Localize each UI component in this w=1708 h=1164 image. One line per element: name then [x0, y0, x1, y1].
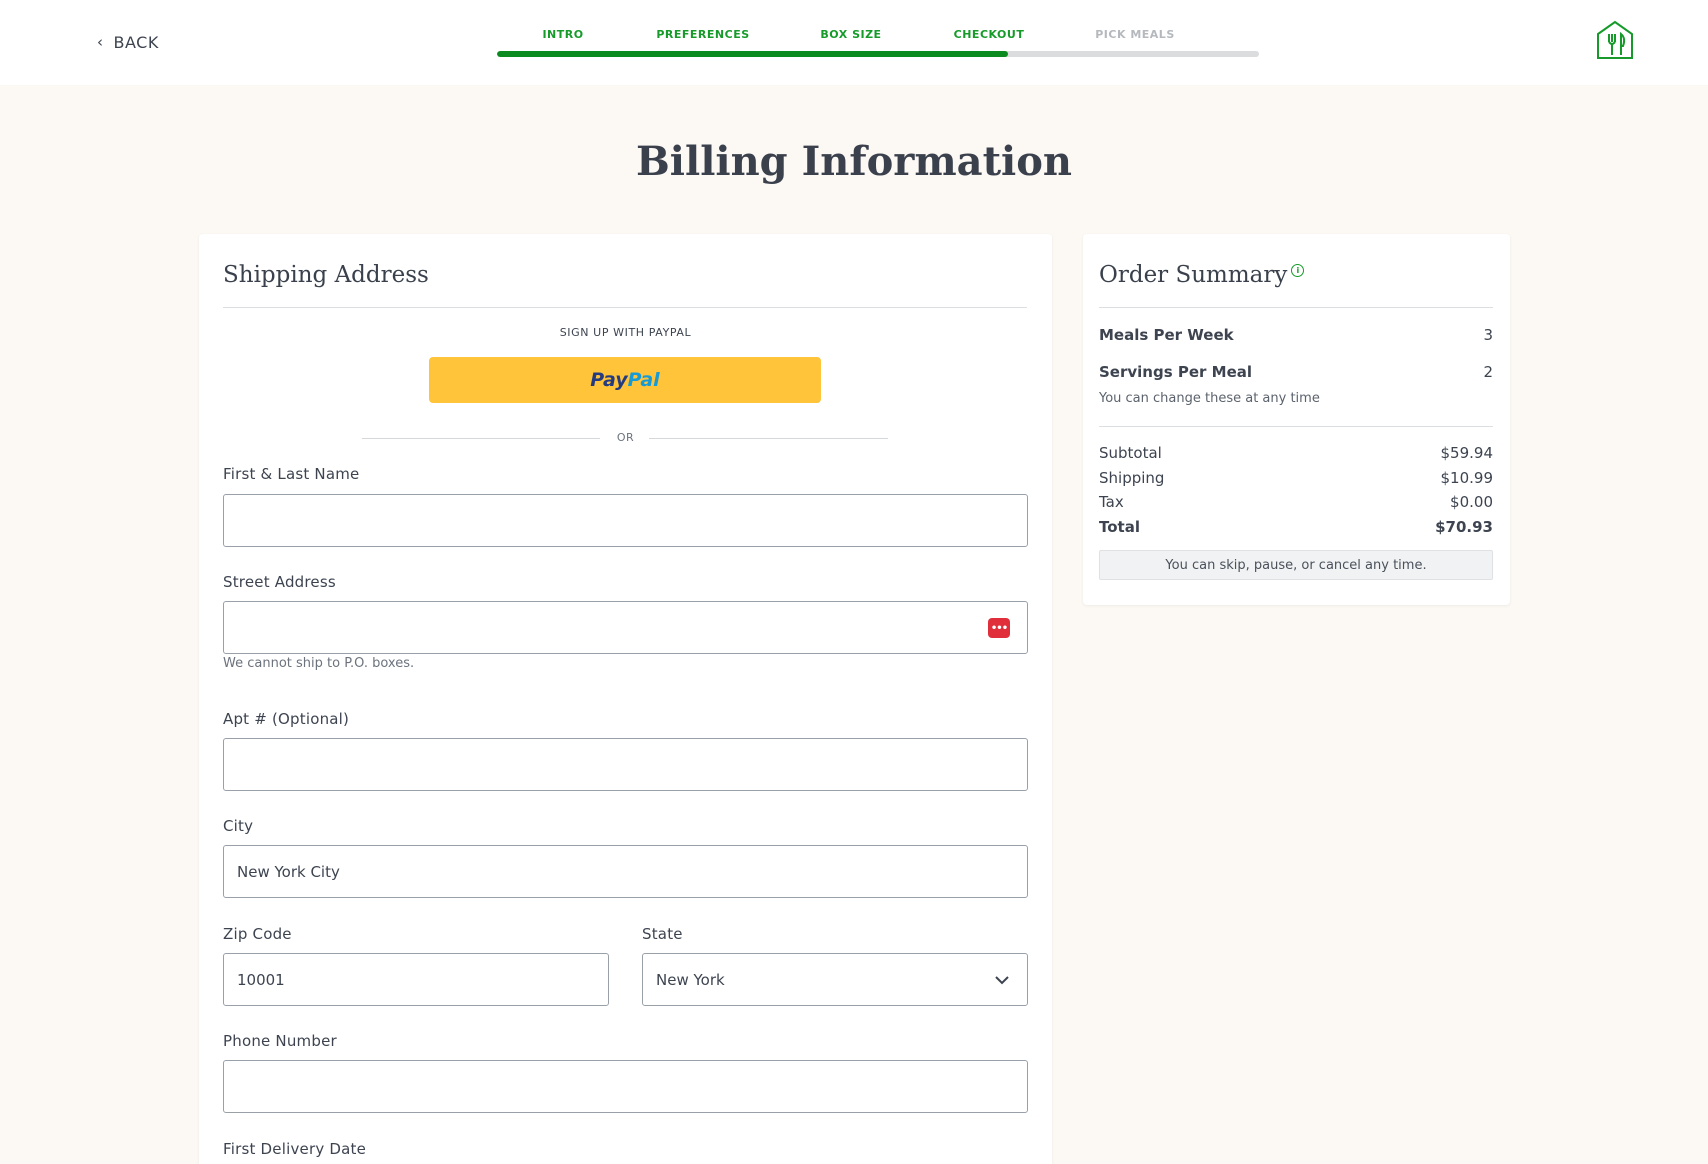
home-chef-logo-icon[interactable]	[1596, 20, 1634, 60]
tax-row: Tax $0.00	[1099, 493, 1493, 511]
shipping-address-title: Shipping Address	[223, 262, 429, 288]
change-note: You can change these at any time	[1099, 391, 1320, 406]
phone-number-input[interactable]	[223, 1060, 1028, 1113]
back-label: BACK	[113, 33, 159, 52]
total-label: Total	[1099, 518, 1140, 536]
zip-code-label: Zip Code	[223, 925, 292, 943]
street-address-input[interactable]	[223, 601, 1028, 654]
paypal-logo-pay: Pay	[590, 369, 628, 391]
servings-per-meal-value: 2	[1483, 363, 1493, 381]
back-button[interactable]: ‹ BACK	[97, 33, 159, 52]
chevron-left-icon: ‹	[97, 33, 104, 51]
phone-number-label: Phone Number	[223, 1032, 337, 1050]
servings-per-meal-row: Servings Per Meal 2	[1099, 363, 1493, 381]
subtotal-value: $59.94	[1440, 444, 1494, 462]
subtotal-label: Subtotal	[1099, 444, 1162, 462]
divider	[1099, 307, 1493, 308]
order-summary-card: Order Summary i Meals Per Week 3 Servings…	[1083, 234, 1510, 605]
step-preferences[interactable]: PREFERENCES	[656, 28, 749, 41]
zip-code-input[interactable]	[223, 953, 609, 1006]
paypal-logo-pal: Pal	[627, 369, 660, 391]
order-summary-title: Order Summary i	[1099, 262, 1305, 288]
subtotal-row: Subtotal $59.94	[1099, 444, 1493, 462]
meals-per-week-label: Meals Per Week	[1099, 326, 1234, 344]
total-value: $70.93	[1435, 518, 1493, 536]
page-title: Billing Information	[636, 138, 1072, 185]
name-label: First & Last Name	[223, 465, 360, 483]
progress-bar-fill	[497, 51, 1008, 57]
shipping-address-card: Shipping Address SIGN UP WITH PAYPAL Pay…	[199, 234, 1052, 1164]
first-delivery-date-label: First Delivery Date	[223, 1140, 367, 1158]
paypal-caption: SIGN UP WITH PAYPAL	[559, 326, 692, 339]
or-text: OR	[616, 431, 635, 444]
step-intro[interactable]: INTRO	[542, 28, 583, 41]
order-summary-title-text: Order Summary	[1099, 262, 1288, 288]
total-row: Total $70.93	[1099, 518, 1493, 536]
meals-per-week-row: Meals Per Week 3	[1099, 326, 1493, 344]
step-box-size[interactable]: BOX SIZE	[820, 28, 881, 41]
city-label: City	[223, 817, 254, 835]
cancel-anytime-note: You can skip, pause, or cancel any time.	[1099, 550, 1493, 580]
info-icon[interactable]: i	[1291, 264, 1305, 277]
shipping-value: $10.99	[1440, 469, 1494, 487]
top-bar: ‹ BACK INTRO PREFERENCES BOX SIZE CHECKO…	[0, 0, 1708, 85]
city-input[interactable]	[223, 845, 1028, 898]
divider	[223, 307, 1027, 308]
password-manager-icon[interactable]: •••	[988, 618, 1010, 638]
state-select-value: New York	[656, 970, 725, 989]
chevron-down-icon	[995, 976, 1009, 985]
meals-per-week-value: 3	[1483, 326, 1493, 344]
street-address-label: Street Address	[223, 573, 336, 591]
step-checkout[interactable]: CHECKOUT	[954, 28, 1025, 41]
shipping-label: Shipping	[1099, 469, 1165, 487]
or-divider-right	[649, 438, 888, 439]
divider	[1099, 426, 1493, 427]
paypal-button[interactable]: Pay Pal	[429, 357, 821, 403]
progress-bar	[497, 51, 1259, 57]
tax-label: Tax	[1099, 493, 1124, 511]
street-address-hint: We cannot ship to P.O. boxes.	[223, 656, 415, 671]
shipping-row: Shipping $10.99	[1099, 469, 1493, 487]
state-label: State	[642, 925, 683, 943]
servings-per-meal-label: Servings Per Meal	[1099, 363, 1253, 381]
apt-input[interactable]	[223, 738, 1028, 791]
state-select[interactable]: New York	[642, 953, 1028, 1006]
step-pick-meals[interactable]: PICK MEALS	[1095, 28, 1175, 41]
apt-label: Apt # (Optional)	[223, 710, 350, 728]
name-input[interactable]	[223, 494, 1028, 547]
tax-value: $0.00	[1450, 493, 1493, 511]
